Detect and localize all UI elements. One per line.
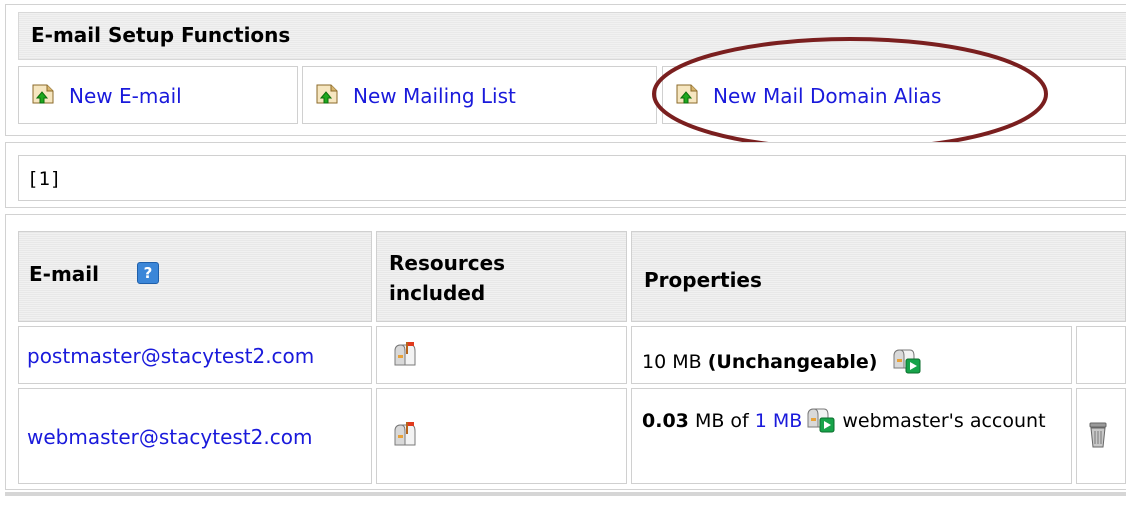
new-mailing-list-button[interactable]: New Mailing List [313,81,516,110]
table-row-email-cell: webmaster@stacytest2.com [18,388,372,484]
resources-header-label: Resources included [389,251,506,305]
quota-size: 10 MB [642,351,702,373]
quota-note: (Unchangeable) [707,351,878,373]
account-owner: webmaster's account [842,410,1046,432]
help-icon[interactable]: ? [137,262,159,284]
table-row-email-cell: postmaster@stacytest2.com [18,326,372,384]
table-row-extra-cell [1076,388,1126,484]
properties-column-header: Properties [631,231,1126,322]
bottom-divider [5,492,1126,496]
new-mailing-list-cell: New Mailing List [302,66,657,124]
resources-column-header: Resources included [376,231,627,322]
pager-cell: [1] [18,155,1126,201]
mailbox-icon [389,341,419,373]
email-column-header: E-mail ? [18,231,372,322]
table-row-extra-cell [1076,326,1126,384]
change-quota-icon[interactable] [802,403,836,444]
table-row-resources-cell [376,326,627,384]
email-header-label: E-mail [29,262,100,286]
usage-amount: 0.03 [642,410,689,432]
add-page-icon [313,81,345,110]
quota-limit-link[interactable]: 1 MB [755,410,803,432]
trash-icon[interactable] [1087,421,1109,453]
add-page-icon [29,81,61,110]
email-link[interactable]: webmaster@stacytest2.com [27,425,312,449]
properties-header-label: Properties [644,268,762,292]
quota-line: 10 MB (Unchangeable) [642,344,922,379]
new-email-label: New E-mail [69,83,182,108]
mailbox-icon [389,421,419,453]
table-row-properties-cell: 0.03 MB of 1 MB webmaster's account [631,388,1072,484]
email-link[interactable]: postmaster@stacytest2.com [27,344,314,368]
new-email-button[interactable]: New E-mail [29,81,182,110]
usage-text: 0.03 MB of 1 MB webmaster's account [642,403,1062,444]
usage-of-text: MB of [694,410,749,432]
table-row-properties-cell: 10 MB (Unchangeable) [631,326,1072,384]
new-mailing-list-label: New Mailing List [353,83,516,108]
page-number[interactable]: [1] [27,168,61,190]
setup-functions-title: E-mail Setup Functions [31,23,291,47]
table-row-resources-cell [376,388,627,484]
new-email-cell: New E-mail [18,66,298,124]
change-quota-icon[interactable] [888,344,922,379]
highlight-ellipse [652,37,1048,151]
